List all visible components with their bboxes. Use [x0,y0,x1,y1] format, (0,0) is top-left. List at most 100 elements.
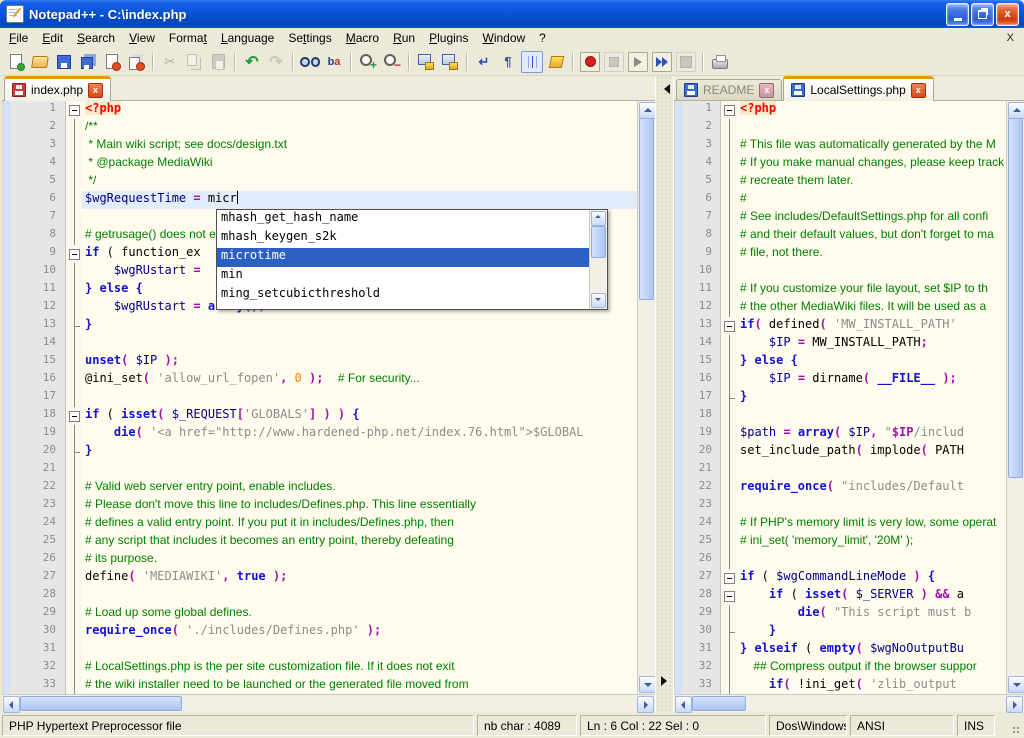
code-text-area[interactable]: * @package MediaWiki [82,155,637,173]
close-document-x[interactable]: X [997,32,1024,44]
autocomplete-item-microtime[interactable]: microtime [217,248,589,267]
bookmark-margin[interactable] [3,227,10,245]
code-text-area[interactable]: } [737,623,1006,641]
code-text-area[interactable]: $IP = MW_INSTALL_PATH; [737,335,1006,353]
fold-margin[interactable] [721,209,737,227]
tab-close-icon[interactable]: x [88,83,103,98]
fold-margin[interactable] [66,497,82,515]
bookmark-margin[interactable] [675,425,682,443]
menu-file[interactable]: File [2,29,35,47]
macro-play-icon[interactable] [628,52,648,72]
fold-margin[interactable] [66,605,82,623]
code-text-area[interactable]: if ( isset( $_REQUEST['GLOBALS'] ) ) { [82,407,637,425]
paste-icon[interactable] [207,51,229,73]
fold-margin[interactable] [721,641,737,659]
code-text-area[interactable]: require_once( "includes/Default [737,479,1006,497]
code-text-area[interactable] [737,551,1006,569]
fold-margin[interactable] [721,551,737,569]
bookmark-margin[interactable] [675,569,682,587]
bookmark-margin[interactable] [3,335,10,353]
code-text-area[interactable] [737,263,1006,281]
fold-margin[interactable] [66,353,82,371]
bookmark-margin[interactable] [675,497,682,515]
code-text-area[interactable] [737,119,1006,137]
bookmark-margin[interactable] [3,587,10,605]
undo-icon[interactable] [241,51,263,73]
scroll-left-button[interactable] [3,696,20,713]
code-text-area[interactable]: if( !ini_get( 'zlib_output [737,677,1006,694]
fold-margin[interactable] [721,371,737,389]
code-text-area[interactable]: } [82,443,637,461]
scroll-thumb[interactable] [1008,118,1023,478]
bookmark-margin[interactable] [675,389,682,407]
fold-margin-collapse-icon[interactable] [721,101,737,119]
tab-index-php[interactable]: index.phpx [4,76,111,101]
menu-format[interactable]: Format [162,29,214,47]
scroll-up-button[interactable] [639,102,656,119]
copy-icon[interactable] [183,51,205,73]
tab-readme[interactable]: READMEx [676,79,782,100]
resize-grip[interactable] [998,715,1022,736]
fold-margin[interactable] [66,299,82,317]
fold-margin[interactable] [721,227,737,245]
code-text-area[interactable]: /** [82,119,637,137]
scroll-thumb[interactable] [692,696,746,711]
fold-margin[interactable] [66,281,82,299]
bookmark-margin[interactable] [3,155,10,173]
scroll-right-button[interactable] [1006,696,1023,713]
scroll-thumb[interactable] [639,118,654,300]
code-text-area[interactable]: <?php [737,101,1006,119]
fold-margin[interactable] [66,209,82,227]
minimize-button[interactable] [946,3,969,26]
fold-margin[interactable] [721,497,737,515]
code-text-area[interactable]: $IP = dirname( __FILE__ ); [737,371,1006,389]
fold-margin[interactable] [66,317,82,335]
fold-margin[interactable] [721,119,737,137]
fold-margin[interactable] [66,515,82,533]
scroll-down-button[interactable] [1008,676,1024,693]
right-vertical-scrollbar[interactable] [1006,101,1024,694]
redo-icon[interactable] [265,51,287,73]
bookmark-margin[interactable] [3,533,10,551]
menu-language[interactable]: Language [214,29,281,47]
print-icon[interactable] [709,51,731,73]
code-text-area[interactable]: # recreate them later. [737,173,1006,191]
bookmark-margin[interactable] [675,353,682,371]
bookmark-margin[interactable] [675,551,682,569]
fold-margin[interactable] [721,443,737,461]
fold-margin[interactable] [721,263,737,281]
code-text-area[interactable]: $path = array( $IP, "$IP/includ [737,425,1006,443]
scroll-up-button[interactable] [591,211,606,226]
bookmark-margin[interactable] [3,299,10,317]
bookmark-margin[interactable] [3,443,10,461]
code-text-area[interactable]: unset( $IP ); [82,353,637,371]
fold-margin[interactable] [721,389,737,407]
autocomplete-item-min[interactable]: min [217,267,589,286]
code-text-area[interactable]: # ini_set( 'memory_limit', '20M' ); [737,533,1006,551]
menu-help[interactable]: ? [532,29,553,47]
fold-margin[interactable] [721,353,737,371]
fold-margin[interactable] [721,479,737,497]
fold-margin[interactable] [66,677,82,694]
bookmark-margin[interactable] [3,425,10,443]
bookmark-margin[interactable] [675,155,682,173]
fold-margin[interactable] [721,659,737,677]
code-text-area[interactable]: # its purpose. [82,551,637,569]
bookmark-margin[interactable] [3,551,10,569]
bookmark-margin[interactable] [3,515,10,533]
code-text-area[interactable]: # [737,191,1006,209]
code-text-area[interactable]: # If you make manual changes, please kee… [737,155,1006,173]
menu-macro[interactable]: Macro [339,29,386,47]
menu-settings[interactable]: Settings [281,29,338,47]
bookmark-margin[interactable] [675,191,682,209]
scroll-down-button[interactable] [639,676,656,693]
bookmark-margin[interactable] [3,389,10,407]
bookmark-margin[interactable] [3,407,10,425]
bookmark-margin[interactable] [675,317,682,335]
code-text-area[interactable] [737,497,1006,515]
fold-margin-collapse-icon[interactable] [721,317,737,335]
bookmark-margin[interactable] [675,119,682,137]
code-text-area[interactable] [82,335,637,353]
fold-margin[interactable] [721,425,737,443]
fold-margin-collapse-icon[interactable] [721,587,737,605]
